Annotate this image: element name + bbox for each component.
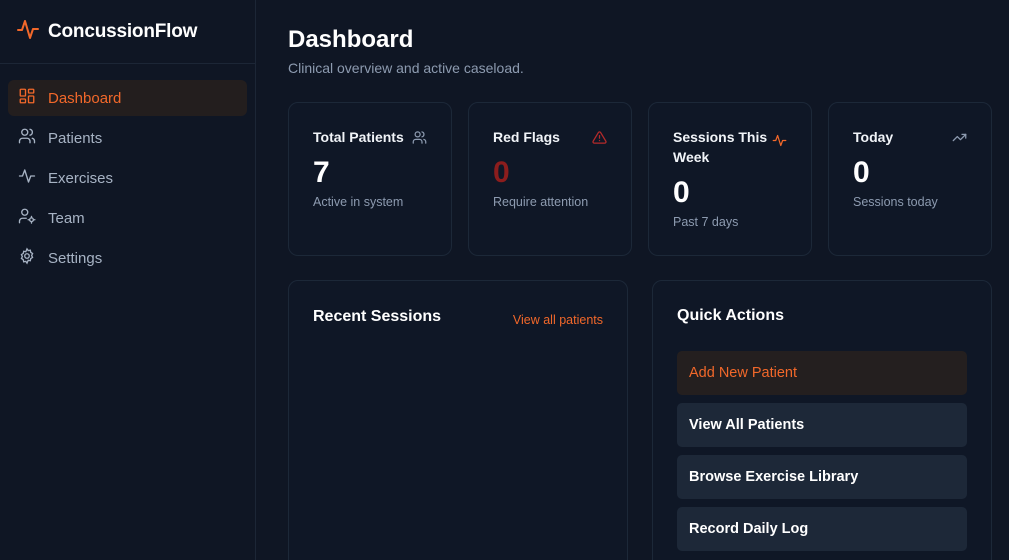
panels-row: Recent Sessions View all patients Quick … (288, 280, 992, 560)
add-new-patient-button[interactable]: Add New Patient (677, 351, 967, 395)
page-title: Dashboard (288, 26, 414, 53)
stat-value: 0 (493, 156, 510, 189)
users-icon (412, 130, 427, 145)
user-cog-icon (18, 207, 36, 229)
stat-value: 0 (673, 176, 690, 209)
sidebar-item-label: Exercises (48, 169, 114, 187)
gear-icon (18, 247, 36, 269)
stat-label: Today (853, 129, 894, 145)
stat-value: 7 (313, 156, 330, 189)
users-icon (18, 127, 36, 149)
sidebar-item-label: Dashboard (48, 89, 122, 107)
sidebar-item-patients[interactable]: Patients (8, 120, 247, 156)
sidebar-item-label: Team (48, 209, 85, 227)
alert-triangle-icon (592, 130, 607, 145)
brand[interactable]: ConcussionFlow (0, 0, 255, 64)
stat-card-red-flags: Red Flags 0 Require attention (468, 102, 632, 256)
view-all-patients-link[interactable]: View all patients (513, 313, 603, 327)
quick-actions-list: Add New Patient View All Patients Browse… (677, 351, 967, 551)
sidebar-item-label: Settings (48, 249, 103, 267)
record-daily-log-button[interactable]: Record Daily Log (677, 507, 967, 551)
activity-icon (16, 17, 40, 46)
panel-title: Recent Sessions (313, 308, 442, 325)
stat-card-sessions-week: Sessions This Week 0 Past 7 days (648, 102, 812, 256)
sidebar-item-label: Patients (48, 129, 103, 147)
stat-label: Red Flags (493, 129, 560, 145)
stat-subtext: Active in system (313, 195, 404, 209)
activity-icon (772, 133, 787, 148)
view-all-patients-button[interactable]: View All Patients (677, 403, 967, 447)
brand-name: ConcussionFlow (48, 20, 198, 42)
stat-card-total-patients: Total Patients 7 Active in system (288, 102, 452, 256)
sidebar: ConcussionFlow Dashboard Patients Exerci… (0, 0, 256, 560)
quick-actions-panel: Quick Actions Add New Patient View All P… (652, 280, 992, 560)
sidebar-item-team[interactable]: Team (8, 200, 247, 236)
recent-sessions-panel: Recent Sessions View all patients (288, 280, 628, 560)
stat-label: Sessions This Week (673, 129, 768, 165)
app: ConcussionFlow Dashboard Patients Exerci… (0, 0, 1009, 560)
sidebar-item-dashboard[interactable]: Dashboard (8, 80, 247, 116)
stat-subtext: Sessions today (853, 195, 938, 209)
sidebar-item-exercises[interactable]: Exercises (8, 160, 247, 196)
sidebar-item-settings[interactable]: Settings (8, 240, 247, 276)
panel-title: Quick Actions (677, 307, 784, 324)
stat-subtext: Require attention (493, 195, 589, 209)
stat-card-today: Today 0 Sessions today (828, 102, 992, 256)
stat-value: 0 (853, 156, 870, 189)
page-subtitle: Clinical overview and active caseload. (288, 60, 524, 76)
stat-label: Total Patients (313, 129, 404, 145)
activity-icon (18, 167, 36, 189)
stat-subtext: Past 7 days (673, 215, 739, 229)
sidebar-nav: Dashboard Patients Exercises Team Settin… (0, 64, 255, 296)
trending-up-icon (952, 130, 967, 145)
layout-dashboard-icon (18, 87, 36, 109)
main-content: Dashboard Clinical overview and active c… (256, 0, 1009, 560)
stats-row: Total Patients 7 Active in system Red Fl… (288, 102, 992, 256)
browse-exercise-library-button[interactable]: Browse Exercise Library (677, 455, 967, 499)
